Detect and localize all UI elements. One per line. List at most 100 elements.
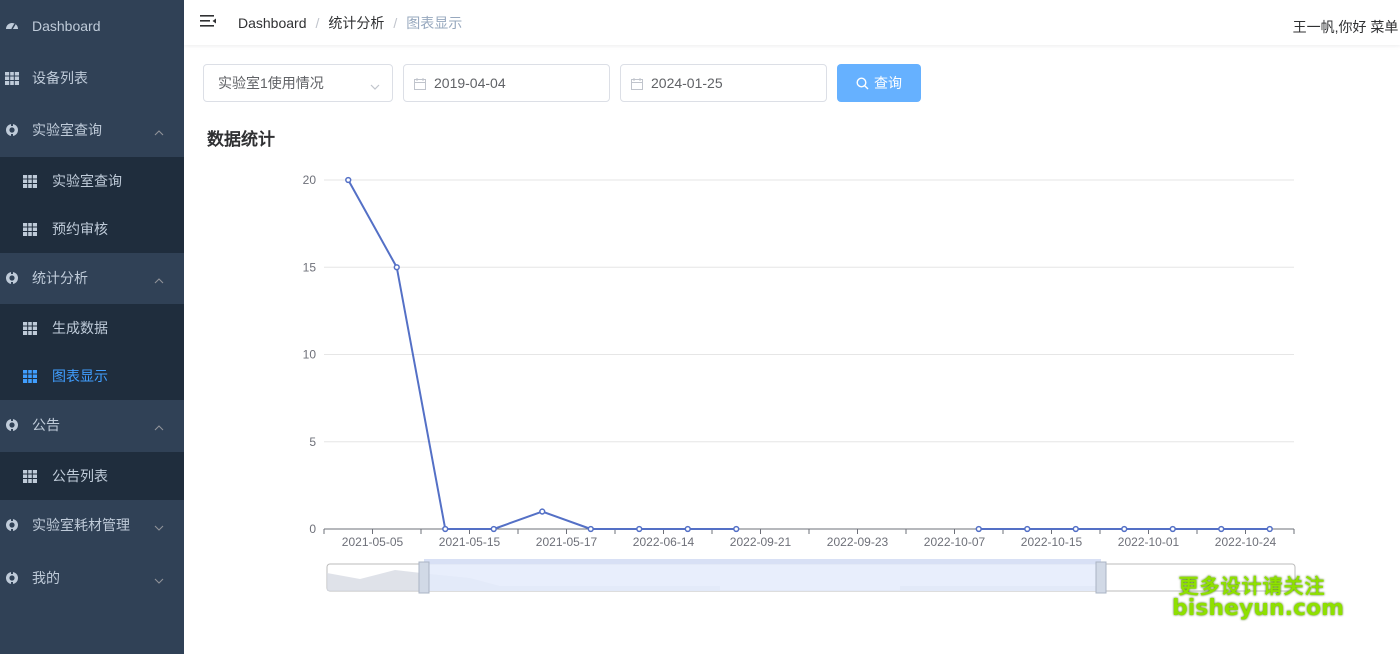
sidebar-item-8[interactable]: 公告	[0, 399, 184, 451]
user-menu[interactable]: 王一帆,你好 菜单 ±	[1293, 17, 1400, 37]
end-date-input[interactable]: 2024-01-25	[620, 64, 827, 102]
sidebar-item-label: 预约审核	[52, 221, 108, 237]
gear-icon	[4, 122, 20, 138]
submenu-item-9[interactable]: 公告列表	[0, 452, 184, 500]
y-tick-label: 15	[303, 260, 317, 274]
chevron-up-icon	[154, 273, 164, 284]
sidebar-item-5[interactable]: 统计分析	[0, 252, 184, 304]
series-line	[347, 179, 737, 530]
zoom-handle-left[interactable]	[418, 561, 430, 594]
table-icon	[22, 320, 38, 336]
table-icon	[4, 70, 20, 86]
data-point	[442, 525, 449, 533]
zoom-window-top	[424, 559, 1101, 564]
sidebar-item-label: 我的	[32, 570, 60, 586]
gear-icon	[4, 517, 20, 533]
submenu-item-7[interactable]: 图表显示	[0, 352, 184, 400]
data-point	[345, 176, 352, 184]
gear-icon	[4, 417, 20, 433]
sidebar-item-0[interactable]: Dashboard	[0, 0, 184, 52]
sidebar-item-label: Dashboard	[32, 18, 101, 34]
breadcrumb: Dashboard / 统计分析 / 图表显示	[238, 13, 462, 33]
x-tick-label: 2022-09-21	[730, 535, 792, 549]
start-date-input[interactable]: 2019-04-04	[403, 64, 610, 102]
submenu-item-6[interactable]: 生成数据	[0, 304, 184, 352]
sidebar-item-10[interactable]: 实验室耗材管理	[0, 499, 184, 551]
zoom-window	[424, 564, 1101, 591]
data-point	[587, 525, 594, 533]
zoom-preview-area	[900, 586, 1100, 591]
data-point	[636, 525, 643, 533]
sidebar: Dashboard 设备列表 实验室查询 实验室查询 预约审核 统计分析 生成数据 图表显示公…	[0, 0, 184, 654]
table-icon	[22, 368, 38, 384]
navbar: Dashboard / 统计分析 / 图表显示 王一帆,你好 菜单 ±	[184, 0, 1400, 45]
data-point	[684, 525, 691, 533]
breadcrumb-separator: /	[393, 15, 398, 31]
data-point	[539, 508, 546, 515]
sidebar-item-label: 公告	[32, 417, 60, 433]
zoom-preview-area	[327, 570, 720, 591]
table-icon	[22, 221, 38, 237]
calendar-icon	[631, 77, 643, 90]
chevron-down-icon	[154, 573, 164, 584]
data-point	[733, 525, 740, 533]
sidebar-item-2[interactable]: 实验室查询	[0, 104, 184, 156]
y-tick-label: 0	[309, 522, 316, 536]
dashboard-icon	[4, 18, 20, 34]
y-tick-label: 5	[309, 435, 316, 449]
x-tick-label: 2021-05-05	[342, 535, 404, 549]
data-point	[1266, 525, 1273, 533]
y-tick-label: 10	[303, 348, 317, 362]
data-point	[490, 525, 497, 533]
sidebar-item-label: 设备列表	[32, 70, 88, 86]
sidebar-item-label: 实验室查询	[52, 173, 122, 189]
watermark-line1: 更多设计请关注	[1178, 574, 1326, 598]
chevron-down-icon	[154, 520, 164, 531]
lab-select-value: 实验室1使用情况	[218, 75, 324, 91]
data-point	[1218, 525, 1225, 533]
submenu-item-4[interactable]: 预约审核	[0, 205, 184, 253]
submenu-item-3[interactable]: 实验室查询	[0, 157, 184, 205]
y-tick-label: 20	[303, 173, 317, 187]
x-tick-label: 2021-05-15	[439, 535, 501, 549]
sidebar-item-label: 生成数据	[52, 320, 108, 336]
x-tick-label: 2022-06-14	[633, 535, 695, 549]
x-tick-label: 2022-10-15	[1021, 535, 1083, 549]
breadcrumb-item-dashboard[interactable]: Dashboard	[238, 15, 307, 31]
data-point	[1072, 525, 1079, 533]
sidebar-item-1[interactable]: 设备列表	[0, 52, 184, 104]
query-button[interactable]: 查询	[837, 64, 921, 102]
lab-select[interactable]: 实验室1使用情况	[203, 64, 393, 102]
sidebar-item-label: 实验室查询	[32, 122, 102, 138]
chevron-up-icon	[154, 125, 164, 136]
gear-icon	[4, 570, 20, 586]
breadcrumb-item-current: 图表显示	[406, 15, 463, 31]
sidebar-item-label: 图表显示	[52, 368, 108, 384]
table-icon	[22, 468, 38, 484]
x-tick-label: 2022-10-07	[924, 535, 986, 549]
data-point	[393, 264, 400, 271]
gear-icon	[4, 270, 20, 286]
sidebar-item-label: 公告列表	[52, 468, 108, 484]
hamburger-icon[interactable]	[200, 13, 216, 29]
watermark: 更多设计请关注 bisheyun.com	[1172, 574, 1344, 621]
data-point	[1024, 525, 1031, 533]
x-tick-label: 2022-10-24	[1215, 535, 1277, 549]
breadcrumb-item-statistics[interactable]: 统计分析	[328, 13, 384, 33]
sidebar-item-11[interactable]: 我的	[0, 552, 184, 604]
end-date-value: 2024-01-25	[651, 75, 723, 91]
query-button-label: 查询	[874, 75, 902, 91]
chevron-up-icon	[154, 420, 164, 431]
data-point	[1169, 525, 1176, 533]
data-point	[1121, 525, 1128, 533]
section-title: 数据统计	[207, 130, 275, 149]
x-tick-label: 2022-10-01	[1118, 535, 1180, 549]
sidebar-item-label: 实验室耗材管理	[32, 517, 130, 533]
start-date-value: 2019-04-04	[434, 75, 506, 91]
sidebar-item-label: 统计分析	[32, 270, 88, 286]
table-icon	[22, 173, 38, 189]
zoom-slider-track	[326, 563, 1296, 592]
calendar-icon	[414, 77, 426, 90]
chevron-down-icon	[370, 79, 380, 90]
zoom-handle-right[interactable]	[1095, 561, 1107, 594]
